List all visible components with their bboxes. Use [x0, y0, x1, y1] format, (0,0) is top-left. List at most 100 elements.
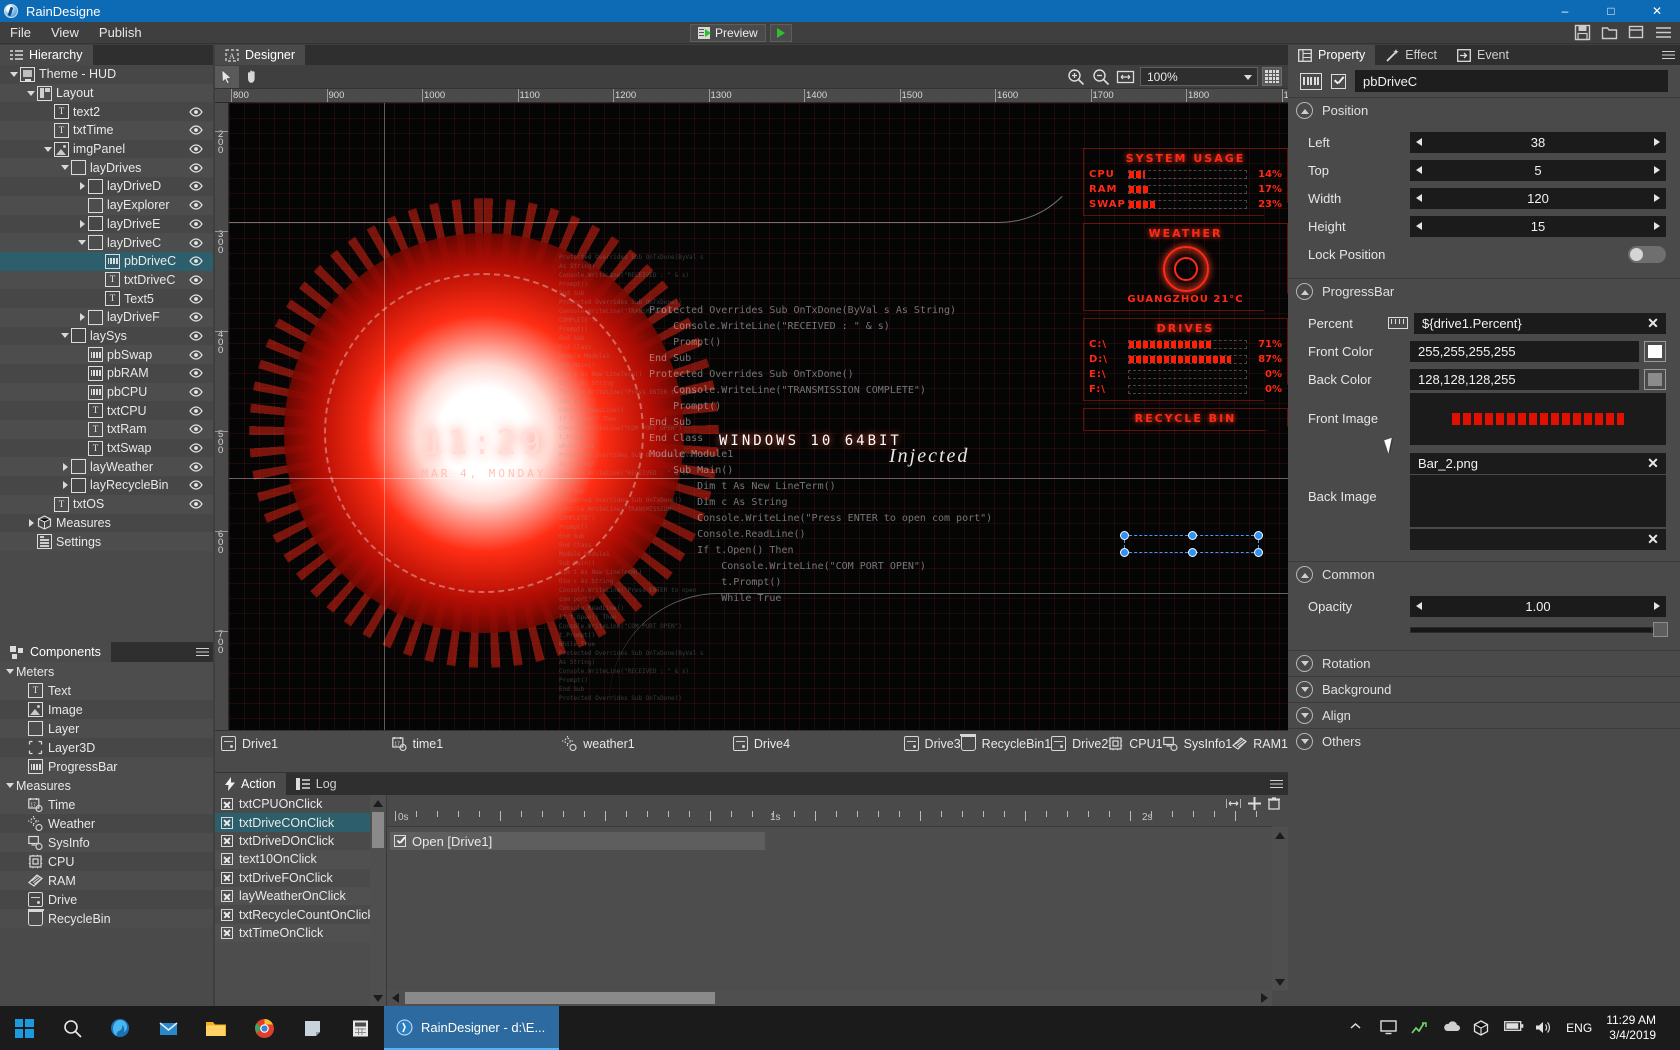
tree-expander-open-icon[interactable] [42, 140, 54, 158]
clear-front-image-icon[interactable]: ✕ [1646, 455, 1660, 471]
visibility-eye-icon[interactable] [189, 424, 203, 434]
tree-expander-closed-icon[interactable] [25, 514, 37, 532]
measure-item-ram1[interactable]: RAM1 [1232, 733, 1288, 754]
spinner-increment-icon[interactable] [1654, 138, 1660, 146]
zoom-in-icon[interactable] [1065, 67, 1086, 87]
spinner-decrement-icon[interactable] [1416, 222, 1422, 230]
tab-event[interactable]: Event [1447, 45, 1519, 65]
component-item-drive[interactable]: Drive [0, 890, 213, 909]
zoom-fit-icon[interactable] [1115, 67, 1136, 87]
tree-item-txtcpu[interactable]: TtxtCPU [0, 401, 213, 420]
scroll-thumb[interactable] [405, 992, 715, 1004]
spinner-decrement-icon[interactable] [1416, 602, 1422, 610]
fit-timeline-icon[interactable] [1226, 798, 1241, 809]
section-position-header[interactable]: Position [1288, 97, 1680, 123]
add-action-icon[interactable] [1248, 797, 1261, 810]
visibility-eye-icon[interactable] [189, 238, 203, 248]
spinner-increment-icon[interactable] [1654, 194, 1660, 202]
taskbar-mail-icon[interactable] [144, 1006, 192, 1050]
tree-expander-closed-icon[interactable] [59, 458, 71, 476]
visibility-eye-icon[interactable] [189, 462, 203, 472]
tree-item-pbswap[interactable]: pbSwap [0, 345, 213, 364]
close-button[interactable]: ✕ [1634, 0, 1680, 22]
chevron-up-icon[interactable] [1349, 1020, 1366, 1037]
tab-property[interactable]: Property [1288, 45, 1375, 65]
selection-box[interactable] [1124, 535, 1259, 553]
open-folder-icon[interactable] [1601, 24, 1618, 41]
tree-item-laydrived[interactable]: layDriveD [0, 177, 213, 196]
taskbar-clock[interactable]: 11:29 AM 3/4/2019 [1606, 1013, 1670, 1043]
x-checkbox-icon[interactable] [221, 927, 233, 939]
tree-expander-open-icon[interactable] [4, 777, 16, 795]
property-menu-button[interactable] [1656, 45, 1680, 65]
opacity-slider[interactable] [1410, 627, 1666, 633]
tree-item-laydrivec[interactable]: layDriveC [0, 233, 213, 252]
timeline-horizontal-scrollbar[interactable] [387, 990, 1272, 1006]
box-icon[interactable] [1473, 1020, 1490, 1037]
menu-file[interactable]: File [0, 22, 41, 44]
visibility-eye-icon[interactable] [189, 350, 203, 360]
maximize-button[interactable]: □ [1588, 0, 1634, 22]
measure-item-drive1[interactable]: Drive1 [221, 733, 392, 754]
resize-handle-n[interactable] [1188, 531, 1197, 540]
minimize-button[interactable]: – [1542, 0, 1588, 22]
slider-knob[interactable] [1653, 622, 1668, 637]
taskbar-sticky-notes-icon[interactable] [288, 1006, 336, 1050]
visibility-eye-icon[interactable] [189, 200, 203, 210]
new-window-icon[interactable] [1628, 24, 1645, 41]
tree-expander-open-icon[interactable] [76, 234, 88, 252]
scroll-left-button[interactable] [387, 990, 403, 1006]
scroll-right-button[interactable] [1256, 990, 1272, 1006]
resize-handle-s[interactable] [1188, 548, 1197, 557]
timeline-vertical-scrollbar[interactable] [1272, 827, 1288, 990]
components-list[interactable]: MetersTTextImageLayerLayer3DProgressBarM… [0, 662, 213, 1050]
visibility-eye-icon[interactable] [189, 163, 203, 173]
percent-input[interactable]: ${drive1.Percent} ✕ [1414, 313, 1666, 334]
component-item-image[interactable]: Image [0, 700, 213, 719]
resize-handle-nw[interactable] [1120, 531, 1129, 540]
preview-button[interactable]: Preview [690, 24, 766, 42]
track-enabled-checkbox[interactable] [394, 835, 406, 847]
tree-expander-closed-icon[interactable] [76, 308, 88, 326]
component-item-text[interactable]: TText [0, 681, 213, 700]
design-canvas[interactable]: 11:29 MAR 4, MONDAY Protected Overrides … [229, 103, 1288, 730]
width-spinner[interactable]: 120 [1410, 188, 1666, 209]
tab-action[interactable]: Action [215, 773, 286, 795]
event-row-txtcpuonclick[interactable]: txtCPUOnClick [215, 795, 370, 813]
taskbar-file-explorer-icon[interactable] [192, 1006, 240, 1050]
x-checkbox-icon[interactable] [221, 853, 233, 865]
spinner-decrement-icon[interactable] [1416, 194, 1422, 202]
visibility-eye-icon[interactable] [189, 480, 203, 490]
scroll-down-button[interactable] [370, 990, 386, 1006]
spinner-increment-icon[interactable] [1654, 166, 1660, 174]
component-item-layer[interactable]: Layer [0, 719, 213, 738]
taskbar-search-icon[interactable] [48, 1006, 96, 1050]
menu-publish[interactable]: Publish [89, 22, 152, 44]
resize-handle-ne[interactable] [1254, 531, 1263, 540]
visibility-eye-icon[interactable] [189, 387, 203, 397]
menu-view[interactable]: View [41, 22, 89, 44]
event-row-txtdriveconclick[interactable]: txtDriveCOnClick [215, 813, 370, 831]
component-item-ram[interactable]: RAM [0, 871, 213, 890]
visibility-eye-icon[interactable] [189, 144, 203, 154]
tree-expander-open-icon[interactable] [4, 663, 16, 681]
event-row-layweatheronclick[interactable]: layWeatherOnClick [215, 887, 370, 905]
back-color-input[interactable]: 128,128,128,255 [1410, 369, 1639, 390]
visibility-eye-icon[interactable] [189, 275, 203, 285]
section-others-header[interactable]: Others [1288, 728, 1680, 754]
visibility-eye-icon[interactable] [189, 125, 203, 135]
component-item-time[interactable]: 17Time [0, 795, 213, 814]
component-item-layer3d[interactable]: Layer3D [0, 738, 213, 757]
menu-icon[interactable] [1655, 24, 1672, 41]
measure-item-drive2[interactable]: Drive2 [1051, 733, 1108, 754]
scroll-thumb[interactable] [372, 812, 384, 848]
tree-expander-open-icon[interactable] [59, 327, 71, 345]
back-image-preview[interactable] [1410, 475, 1666, 527]
height-spinner[interactable]: 15 [1410, 216, 1666, 237]
element-visible-checkbox[interactable] [1331, 74, 1346, 89]
x-checkbox-icon[interactable] [221, 798, 233, 810]
spinner-decrement-icon[interactable] [1416, 166, 1422, 174]
measure-item-sysinfo1[interactable]: SysInfo1 [1163, 733, 1233, 754]
measure-item-drive4[interactable]: Drive4 [733, 733, 904, 754]
spinner-increment-icon[interactable] [1654, 222, 1660, 230]
